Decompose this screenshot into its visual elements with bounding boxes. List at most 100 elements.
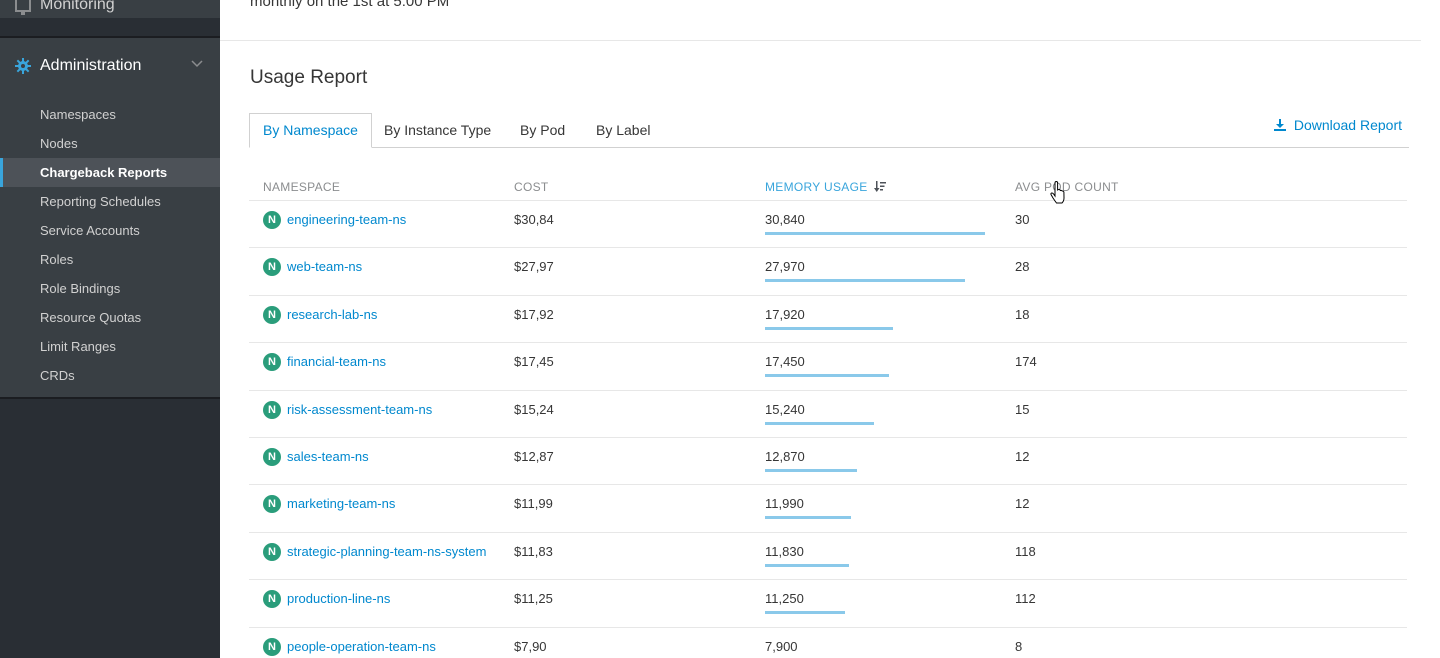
memory-usage-bar: [765, 374, 889, 378]
table-row: Nweb-team-ns $27,97 27,970 28: [249, 248, 1407, 296]
gear-icon: [15, 58, 31, 74]
memory-usage-bar: [765, 611, 845, 615]
memory-usage-value: 11,990: [765, 496, 804, 512]
sidebar-item-label: Monitoring: [40, 0, 115, 13]
memory-usage-value: 15,240: [765, 401, 805, 417]
memory-usage-bar: [765, 279, 965, 283]
download-report-button[interactable]: Download Report: [1273, 117, 1402, 133]
cost-value: $30,84: [514, 212, 554, 227]
cost-value: $11,99: [514, 496, 553, 512]
download-icon: [1273, 119, 1286, 131]
table-row: Nengineering-team-ns $30,84 30,840 30: [249, 201, 1407, 249]
avg-pod-count-value: 112: [1015, 591, 1036, 607]
memory-usage-bar: [765, 421, 874, 425]
sidebar-item-resource-quotas[interactable]: Resource Quotas: [0, 303, 220, 332]
cost-value: $17,92: [514, 306, 554, 322]
namespace-link[interactable]: people-operation-team-ns: [287, 639, 436, 654]
table-body: Nengineering-team-ns $30,84 30,840 30 Nweb-t…: [249, 201, 1407, 658]
column-header-label: MEMORY USAGE: [765, 180, 868, 194]
avg-pod-count-value: 28: [1015, 259, 1030, 275]
namespace-link[interactable]: production-line-ns: [287, 591, 390, 606]
cost-value: $15,24: [514, 401, 554, 417]
sidebar-item-roles[interactable]: Roles: [0, 245, 220, 274]
sidebar-section-administration: Administration Namespaces Nodes Chargeba…: [0, 38, 220, 398]
avg-pod-count-value: 118: [1015, 543, 1036, 559]
memory-usage-value: 11,250: [765, 591, 804, 607]
schedule-text: monthly on the 1st at 5:00 PM: [250, 0, 450, 10]
tab-by-namespace[interactable]: By Namespace: [249, 113, 372, 148]
sidebar: Monitoring Administration Namespaces Nod…: [0, 0, 220, 658]
column-header-memory-usage[interactable]: MEMORY USAGE: [765, 180, 886, 194]
namespace-link[interactable]: research-lab-ns: [287, 307, 377, 322]
sidebar-item-service-accounts[interactable]: Service Accounts: [0, 216, 220, 245]
avg-pod-count-value: 30: [1015, 212, 1030, 227]
sidebar-item-crds[interactable]: CRDs: [0, 361, 220, 390]
memory-usage-value: 27,970: [765, 259, 805, 275]
table-row: Nstrategic-planning-team-ns-system $11,83…: [249, 533, 1407, 581]
table-row: Nproduction-line-ns $11,25 11,250 112: [249, 580, 1407, 628]
tab-by-instance-type[interactable]: By Instance Type: [371, 113, 504, 148]
sidebar-item-administration[interactable]: Administration: [0, 38, 220, 96]
memory-usage-bar: [765, 516, 851, 520]
namespace-badge-icon: N: [263, 637, 281, 656]
table-row: Nmarketing-team-ns $11,99 11,990 12: [249, 485, 1407, 533]
sidebar-item-nodes[interactable]: Nodes: [0, 129, 220, 158]
table-header: NAMESPACE COST MEMORY USAGE AVG POD COUN…: [249, 176, 1407, 201]
namespace-link[interactable]: engineering-team-ns: [287, 212, 406, 227]
sidebar-item-reporting-schedules[interactable]: Reporting Schedules: [0, 187, 220, 216]
avg-pod-count-value: 12: [1015, 496, 1030, 512]
report-tabs: By Namespace By Instance Type By Pod By …: [249, 113, 1409, 148]
namespace-badge-icon: N: [263, 590, 281, 609]
namespace-link[interactable]: marketing-team-ns: [287, 496, 395, 511]
tab-by-pod[interactable]: By Pod: [507, 113, 578, 148]
sidebar-item-role-bindings[interactable]: Role Bindings: [0, 274, 220, 303]
memory-usage-bar: [765, 468, 857, 472]
sidebar-item-chargeback-reports[interactable]: Chargeback Reports: [0, 158, 220, 187]
avg-pod-count-value: 174: [1015, 354, 1037, 370]
sidebar-item-limit-ranges[interactable]: Limit Ranges: [0, 332, 220, 361]
cost-value: $12,87: [514, 448, 554, 464]
namespace-link[interactable]: financial-team-ns: [287, 354, 386, 369]
table-row: Npeople-operation-team-ns $7,90 7,900 8: [249, 628, 1407, 658]
sidebar-item-monitoring[interactable]: Monitoring: [0, 0, 220, 18]
sidebar-nav-list: Namespaces Nodes Chargeback Reports Repo…: [0, 100, 220, 390]
cost-value: $27,97: [514, 259, 554, 275]
cost-value: $11,83: [514, 543, 553, 559]
cost-value: $17,45: [514, 354, 554, 370]
tab-by-label[interactable]: By Label: [583, 113, 663, 148]
chevron-down-icon[interactable]: [191, 60, 203, 68]
monitor-icon: [15, 0, 31, 15]
memory-usage-value: 30,840: [765, 212, 805, 227]
namespace-badge-icon: N: [263, 495, 281, 514]
namespace-link[interactable]: sales-team-ns: [287, 449, 369, 464]
sidebar-divider: [0, 397, 220, 399]
namespace-link[interactable]: web-team-ns: [287, 259, 362, 274]
column-header-cost[interactable]: COST: [514, 180, 549, 194]
namespace-badge-icon: N: [263, 542, 281, 561]
namespace-link[interactable]: strategic-planning-team-ns-system: [287, 544, 486, 559]
namespace-link[interactable]: risk-assessment-team-ns: [287, 402, 432, 417]
column-header-namespace[interactable]: NAMESPACE: [263, 180, 340, 194]
memory-usage-value: 17,450: [765, 354, 805, 370]
namespace-badge-icon: N: [263, 305, 281, 324]
sidebar-section-label: Administration: [40, 57, 142, 74]
table-row: Nresearch-lab-ns $17,92 17,920 18: [249, 296, 1407, 344]
namespace-badge-icon: N: [263, 353, 281, 372]
table-row: Nrisk-assessment-team-ns $15,24 15,240 15: [249, 391, 1407, 438]
avg-pod-count-value: 12: [1015, 448, 1030, 464]
table-row: Nsales-team-ns $12,87 12,870 12: [249, 438, 1407, 486]
column-header-avg-pod-count[interactable]: AVG POD COUNT: [1015, 180, 1119, 194]
namespace-badge-icon: N: [263, 211, 281, 229]
avg-pod-count-value: 15: [1015, 401, 1030, 417]
hand-cursor-icon: [1050, 181, 1065, 204]
namespace-badge-icon: N: [263, 258, 281, 277]
memory-usage-bar: [765, 232, 985, 235]
avg-pod-count-value: 8: [1015, 638, 1023, 654]
section-divider: [220, 40, 1421, 41]
memory-usage-bar: [765, 563, 849, 567]
table-row: Nfinancial-team-ns $17,45 17,450 174: [249, 343, 1407, 391]
sort-descending-icon: [873, 181, 886, 192]
memory-usage-value: 17,920: [765, 306, 805, 322]
sidebar-item-namespaces[interactable]: Namespaces: [0, 100, 220, 129]
main-content: monthly on the 1st at 5:00 PM Usage Repo…: [220, 0, 1440, 658]
